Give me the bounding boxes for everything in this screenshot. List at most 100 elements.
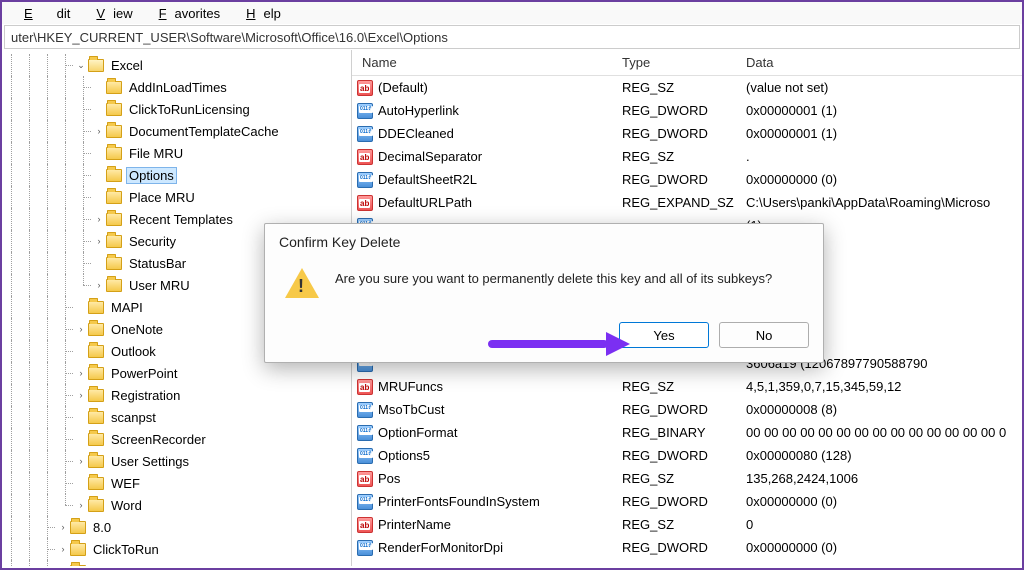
value-row[interactable]: PosREG_SZ135,268,2424,1006 [352,467,1022,490]
tree-item[interactable]: › ClickToRun [2,538,351,560]
value-name: DDECleaned [376,126,612,141]
value-row[interactable]: PrinterFontsFoundInSystemREG_DWORD0x0000… [352,490,1022,513]
binary-icon [357,448,373,464]
menu-help[interactable]: Help [230,4,289,23]
tree-label: MAPI [108,299,146,316]
value-type: REG_SZ [612,149,736,164]
list-header: Name Type Data [352,50,1022,76]
yes-button[interactable]: Yes [619,322,709,348]
folder-icon [106,191,122,204]
tree-item[interactable]: ›Registration [2,384,351,406]
value-data: 4,5,1,359,0,7,15,345,59,12 [736,379,1022,394]
value-name: OptionFormat [376,425,612,440]
tree-item[interactable]: › DocumentTemplateCache [2,120,351,142]
tree-item[interactable]: AddInLoadTimes [2,76,351,98]
folder-icon [88,59,104,72]
binary-icon [357,126,373,142]
folder-icon [88,477,104,490]
folder-icon [106,147,122,160]
tree-item[interactable]: ClickToRunLicensing [2,98,351,120]
tree-item[interactable]: › Word [2,494,351,516]
value-row[interactable]: DefaultSheetR2LREG_DWORD0x00000000 (0) [352,168,1022,191]
tree-item[interactable]: scanpst [2,406,351,428]
value-row[interactable]: (Default)REG_SZ(value not set) [352,76,1022,99]
col-data[interactable]: Data [736,51,1022,74]
dialog-title: Confirm Key Delete [265,224,823,258]
confirm-dialog: Confirm Key Delete Are you sure you want… [264,223,824,363]
value-row[interactable]: AutoHyperlinkREG_DWORD0x00000001 (1) [352,99,1022,122]
value-row[interactable]: DDECleanedREG_DWORD0x00000001 (1) [352,122,1022,145]
tree-item[interactable]: ScreenRecorder [2,428,351,450]
tree-item[interactable]: Place MRU [2,186,351,208]
value-row[interactable]: DefaultURLPathREG_EXPAND_SZC:\Users\pank… [352,191,1022,214]
expander-icon[interactable]: ⌄ [74,60,88,71]
tree-item[interactable]: › 8.0 [2,516,351,538]
expander-icon[interactable]: › [92,126,106,136]
tree-label: PowerPoint [108,365,180,382]
tree-item[interactable]: ⌄Excel [2,54,351,76]
menu-favorites[interactable]: Favorites [143,4,228,23]
tree-item[interactable]: WEF [2,472,351,494]
tree-item[interactable]: File MRU [2,142,351,164]
tree-label: 8.0 [90,519,114,536]
value-type: REG_DWORD [612,540,736,555]
expander-icon[interactable]: › [74,500,88,510]
tree-label: Recent Templates [126,211,236,228]
tree-item[interactable]: Options [2,164,351,186]
value-data: 0x00000000 (0) [736,494,1022,509]
value-type: REG_DWORD [612,494,736,509]
expander-icon[interactable]: › [92,236,106,246]
binary-icon [357,402,373,418]
value-type: REG_SZ [612,517,736,532]
tree-label: Options [126,167,177,184]
folder-icon [106,169,122,182]
value-data: 0x00000000 (0) [736,540,1022,555]
tree-label: File MRU [126,145,186,162]
expander-icon[interactable]: › [92,280,106,290]
expander-icon[interactable]: › [74,456,88,466]
value-data: . [736,149,1022,164]
value-data: 0x00000001 (1) [736,126,1022,141]
address-bar[interactable]: uter\HKEY_CURRENT_USER\Software\Microsof… [4,25,1020,49]
no-button[interactable]: No [719,322,809,348]
tree-label: Word [108,497,145,514]
string-icon [357,379,373,395]
tree-label: DocumentTemplateCache [126,123,282,140]
col-type[interactable]: Type [612,51,736,74]
tree-item[interactable]: › PowerPoint [2,362,351,384]
string-icon [357,80,373,96]
value-name: RenderForMonitorDpi [376,540,612,555]
value-row[interactable]: MsoTbCustREG_DWORD0x00000008 (8) [352,398,1022,421]
folder-icon [88,499,104,512]
expander-icon[interactable]: › [74,368,88,378]
folder-icon [106,125,122,138]
value-row[interactable]: DecimalSeparatorREG_SZ. [352,145,1022,168]
folder-icon [106,213,122,226]
value-row[interactable]: RenderForMonitorDpiREG_DWORD0x00000000 (… [352,536,1022,559]
value-row[interactable]: OptionFormatREG_BINARY00 00 00 00 00 00 … [352,421,1022,444]
value-row[interactable]: Options5REG_DWORD0x00000080 (128) [352,444,1022,467]
value-data: 0x00000000 (0) [736,172,1022,187]
value-name: (Default) [376,80,612,95]
warning-icon [285,268,319,298]
folder-icon [88,367,104,380]
menu-edit[interactable]: Edit [8,4,78,23]
value-name: PrinterFontsFoundInSystem [376,494,612,509]
value-row[interactable]: PrinterNameREG_SZ0 [352,513,1022,536]
value-name: MsoTbCust [376,402,612,417]
tree-label: Place MRU [126,189,198,206]
expander-icon[interactable]: › [56,544,70,554]
tree-item[interactable]: ›Common [2,560,351,566]
tree-label: ClickToRun [90,541,162,558]
expander-icon[interactable]: › [56,522,70,532]
value-type: REG_DWORD [612,126,736,141]
tree-item[interactable]: ›User Settings [2,450,351,472]
expander-icon[interactable]: › [74,390,88,400]
folder-icon [88,345,104,358]
menu-view[interactable]: View [80,4,140,23]
col-name[interactable]: Name [352,51,612,74]
expander-icon[interactable]: › [92,214,106,224]
value-row[interactable]: MRUFuncsREG_SZ4,5,1,359,0,7,15,345,59,12 [352,375,1022,398]
expander-icon[interactable]: › [74,324,88,334]
value-name: PrinterName [376,517,612,532]
